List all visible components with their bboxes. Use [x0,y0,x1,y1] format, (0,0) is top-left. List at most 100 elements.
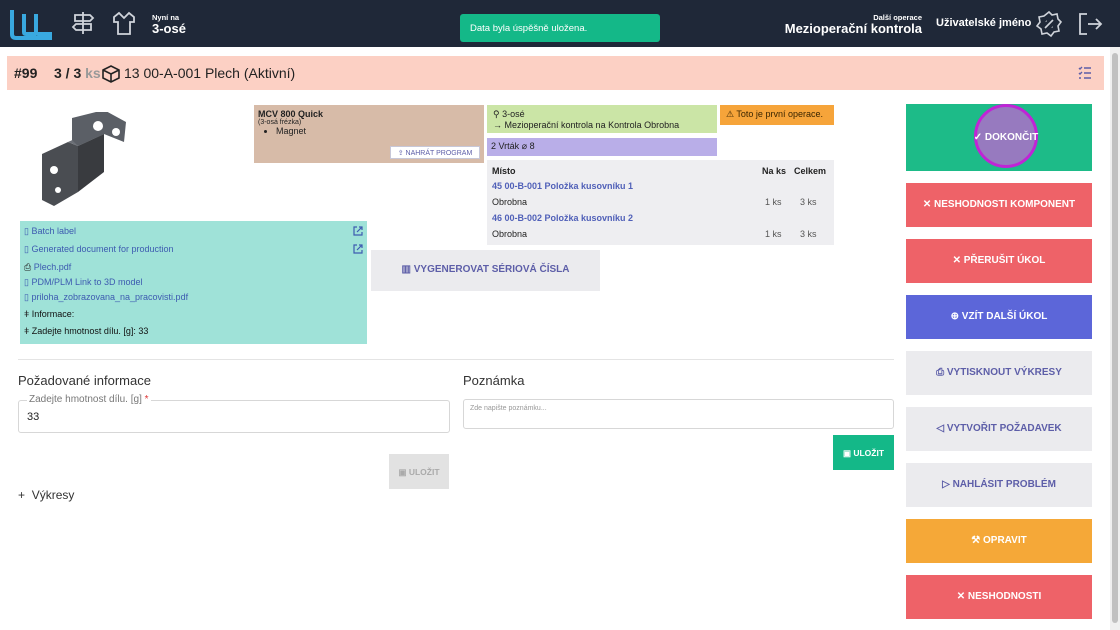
save-icon: ▣ [398,467,407,477]
plus-icon: + [18,488,26,502]
file-name: Plech.pdf [33,262,72,272]
checklist-icon[interactable] [1078,66,1092,80]
tool-card: 2 Vrták ⌀ 8 [487,138,717,156]
operation-name-row: ⚲ 3-osé [493,109,711,120]
now-at-value: 3-osé [152,21,186,36]
document-icon: ▯ [24,292,29,302]
bom-item-place: Obrobna [492,197,528,207]
workwear-icon[interactable] [111,10,137,36]
plus-circle-icon: ⊕ [950,311,960,322]
save-info-label: ULOŽIT [408,467,440,477]
next-op-value: Mezioperační kontrola [784,21,922,36]
info-icon: ǂ [24,309,30,319]
component-nonconformity-label: NESHODNOSTI KOMPONENT [934,199,1076,210]
bom-item-place: Obrobna [492,229,528,239]
required-mark: * [144,394,149,405]
repair-label: OPRAVIT [983,535,1027,546]
save-note-button[interactable]: ▣ ULOŽIT [833,435,894,470]
external-link-icon[interactable] [353,244,363,254]
printer-icon: ⎙ [24,262,32,272]
info-value-row: ǂ Zadejte hmotnost dílu. [g]: 33 [24,326,148,336]
interrupt-task-button[interactable]: ✕ PŘERUŠIT ÚKOL [906,239,1092,283]
page-scrollbar[interactable] [1110,47,1120,630]
drawings-expander[interactable]: + Výkresy [18,488,74,502]
note-input[interactable] [463,399,894,429]
quantity: 3 / 3 ks [54,65,101,81]
generated-document-text: Generated document for production [31,244,174,254]
bom-header-per-unit: Na ks [762,166,787,176]
bom-item-total: 3 ks [800,229,817,239]
list-item: Magnet [276,126,480,136]
complete-label[interactable]: ✓ DOKONČIT [966,132,1046,143]
weight-input-label: Zadejte hmotnost dílu. [g] * [27,394,151,405]
bom-item-total: 3 ks [800,197,817,207]
print-drawings-button[interactable]: ⎙ VYTISKNOUT VÝKRESY [906,351,1092,395]
info-label: Informace: [31,309,75,319]
documents-panel: ▯ Batch label ▯ Generated document for p… [20,221,367,344]
tool-text: 2 Vrták ⌀ 8 [491,141,535,151]
scrollbar-thumb[interactable] [1112,53,1118,623]
upload-program-button[interactable]: ⇪ NAHRÁT PROGRAM [390,146,480,159]
success-toast: Data byla úspěšně uložena. [460,14,660,42]
close-icon: ✕ [956,591,966,602]
take-next-task-button[interactable]: ⊕ VZÍT DALŠÍ ÚKOL [906,295,1092,339]
save-info-button[interactable]: ▣ ULOŽIT [389,454,449,489]
bom-header-total: Celkem [794,166,827,176]
section-divider [18,359,894,360]
close-icon: ✕ [952,255,961,266]
batch-label-link[interactable]: ▯ Batch label [24,226,76,237]
info-value: Zadejte hmotnost dílu. [g]: 33 [31,326,149,336]
barcode-icon: ▥ [401,264,411,275]
machine-name: MCV 800 Quick [258,109,324,119]
bom-table: Místo Na ks Celkem 45 00-B-001 Položka k… [487,160,834,245]
bom-item-per-unit: 1 ks [765,197,782,207]
signpost-icon[interactable] [70,10,96,36]
current-workplace: Nyní na 3-osé [152,13,186,36]
file-link[interactable]: ▯ priloha_zobrazovana_na_pracovisti.pdf [24,292,188,303]
printer-icon: ⎙ [936,367,945,378]
machine-type: (3-osá frézka) [258,119,302,126]
report-problem-button[interactable]: ▷ NAHLÁSIT PROBLÉM [906,463,1092,507]
machine-card: MCV 800 Quick (3-osá frézka) Magnet ⇪ NA… [254,105,484,163]
required-info-title: Požadované informace [18,373,151,388]
bom-item-per-unit: 1 ks [765,229,782,239]
file-link[interactable]: ▯ PDM/PLM Link to 3D model [24,277,143,288]
take-next-task-label: VZÍT DALŠÍ ÚKOL [961,311,1048,322]
interrupt-task-label: PŘERUŠIT ÚKOL [963,255,1046,266]
package-icon [102,65,120,83]
settings-gear-icon[interactable] [1035,10,1063,38]
weight-input-label-text: Zadejte hmotnost dílu. [g] [29,394,142,405]
upload-icon: ⇪ [397,150,404,157]
repair-button[interactable]: ⚒ OPRAVIT [906,519,1092,563]
generated-document-link[interactable]: ▯ Generated document for production [24,244,174,255]
part-3d-image[interactable] [20,112,130,216]
logout-icon[interactable] [1076,10,1104,38]
print-drawings-label: VYTISKNOUT VÝKRESY [946,367,1062,378]
note-placeholder: Zde napište poznámku... [470,405,547,412]
nonconformity-button[interactable]: ✕ NESHODNOSTI [906,575,1092,619]
batch-label-text: Batch label [31,226,76,236]
bom-header-place: Místo [492,166,516,176]
bom-item-link[interactable]: 46 00-B-002 Položka kusovníku 2 [492,213,633,223]
bom-item-link[interactable]: 45 00-B-001 Položka kusovníku 1 [492,181,633,191]
file-link[interactable]: ⎙ Plech.pdf [24,262,71,273]
document-icon: ▯ [24,244,29,254]
task-header: #99 3 / 3 ks 13 00-A-001 Plech (Aktivní) [7,56,1104,90]
first-operation-warning: ⚠ Toto je první operace. [720,105,834,125]
part-title: 13 00-A-001 Plech (Aktivní) [124,65,296,81]
create-request-button[interactable]: ◁ VYTVOŘIT POŽADAVEK [906,407,1092,451]
top-bar: Nyní na 3-osé Data byla úspěšně uložena.… [0,0,1120,47]
save-icon: ▣ [842,448,851,458]
username[interactable]: Uživatelské jméno [936,17,1031,29]
info-label-row: ǂ Informace: [24,309,74,319]
app-logo-icon[interactable] [8,8,56,40]
generate-serial-numbers-button[interactable]: ▥ VYGENEROVAT SÉRIOVÁ ČÍSLA [371,250,600,291]
external-link-icon[interactable] [353,226,363,236]
next-operation-row: → Mezioperační kontrola na Kontrola Obro… [493,120,711,131]
upload-program-label: NAHRÁT PROGRAM [405,150,473,157]
report-problem-label: NAHLÁSIT PROBLÉM [952,479,1056,490]
next-operation-text: Mezioperační kontrola na Kontrola Obrobn… [504,120,680,130]
file-name: PDM/PLM Link to 3D model [31,277,143,287]
component-nonconformity-button[interactable]: ✕ NESHODNOSTI KOMPONENT [906,183,1092,227]
file-name: priloha_zobrazovana_na_pracovisti.pdf [31,292,189,302]
